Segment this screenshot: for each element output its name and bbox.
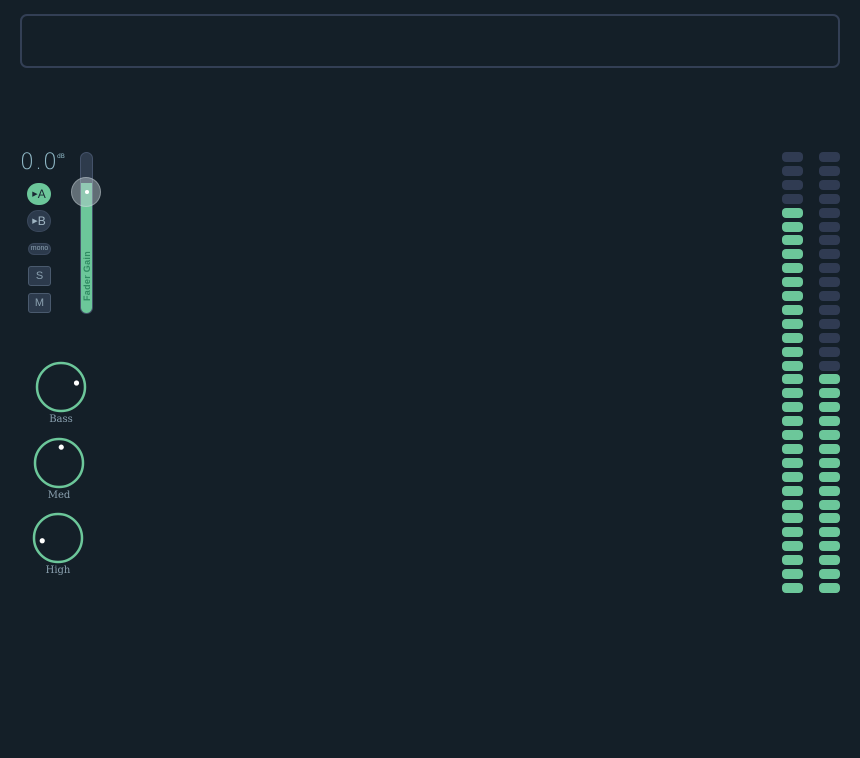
med-knob[interactable]: Med — [29, 436, 89, 512]
fader-gain-label: Fader Gain — [82, 250, 92, 302]
meter-segment-lit — [819, 527, 840, 537]
meter-segment-lit — [819, 486, 840, 496]
meter-segment-lit — [782, 319, 803, 329]
meter-segment-off — [819, 166, 840, 176]
meter-segment-lit — [782, 347, 803, 357]
meter-segment-lit — [782, 361, 803, 371]
gain-readout: 0.0 — [20, 150, 58, 175]
knob-indicator-dot — [73, 380, 80, 386]
bus-a-button[interactable]: ▶ A — [27, 183, 51, 205]
meter-segment-lit — [819, 458, 840, 468]
meter-segment-lit — [782, 513, 803, 523]
knob-ring — [35, 361, 87, 413]
meter-segment-lit — [782, 472, 803, 482]
meter-segment-lit — [782, 541, 803, 551]
meter-segment-off — [819, 347, 840, 357]
meter-segment-lit — [782, 583, 803, 593]
meter-segment-lit — [819, 416, 840, 426]
meter-segment-lit — [782, 291, 803, 301]
meter-segment-off — [782, 152, 803, 162]
bus-b-button[interactable]: ▶ B — [27, 210, 51, 232]
meter-segment-lit — [819, 500, 840, 510]
meter-segment-lit — [782, 500, 803, 510]
meter-segment-lit — [782, 235, 803, 245]
high-knob-label: High — [45, 565, 71, 576]
meter-segment-off — [819, 263, 840, 273]
meter-segment-lit — [819, 430, 840, 440]
meter-segment-off — [819, 180, 840, 190]
meter-segment-lit — [782, 333, 803, 343]
solo-button[interactable]: S — [28, 266, 51, 286]
meter-segment-lit — [819, 569, 840, 579]
meter-segment-lit — [782, 388, 803, 398]
knob-indicator-dot — [58, 444, 64, 450]
meter-segment-lit — [782, 555, 803, 565]
meter-segment-lit — [782, 416, 803, 426]
meter-segment-lit — [819, 513, 840, 523]
bass-knob-label: Bass — [49, 414, 73, 425]
meter-segment-lit — [819, 402, 840, 412]
meter-segment-lit — [782, 263, 803, 273]
knob-ring — [32, 512, 84, 564]
meter-segment-lit — [782, 430, 803, 440]
knob-indicator-dot — [39, 538, 45, 544]
meter-segment-off — [782, 166, 803, 176]
meter-segment-off — [819, 305, 840, 315]
meter-segment-off — [782, 194, 803, 204]
high-knob[interactable]: High — [28, 511, 88, 587]
mixer-channel: 0.0 dB ▶ A ▶ B mono S M Fader Gain Bass Me… — [0, 0, 860, 758]
meter-segment-lit — [782, 486, 803, 496]
meter-segment-lit — [782, 374, 803, 384]
meter-segment-off — [782, 180, 803, 190]
med-knob-dial — [33, 437, 85, 489]
mono-button[interactable]: mono — [28, 243, 51, 255]
bass-knob-dial — [35, 361, 87, 413]
bus-a-label: A — [37, 187, 46, 201]
meter-segment-lit — [782, 444, 803, 454]
high-knob-dial — [32, 512, 84, 564]
meter-segment-off — [819, 319, 840, 329]
gain-unit-label: dB — [57, 153, 65, 160]
bass-knob[interactable]: Bass — [31, 360, 91, 436]
meter-segment-off — [819, 249, 840, 259]
meter-segment-lit — [819, 541, 840, 551]
meter-segment-lit — [819, 555, 840, 565]
fader-handle[interactable] — [71, 177, 101, 207]
meter-segment-lit — [782, 277, 803, 287]
meter-segment-off — [819, 222, 840, 232]
meter-segment-lit — [819, 472, 840, 482]
bus-b-label: B — [37, 214, 46, 228]
meter-segment-off — [819, 208, 840, 218]
meter-segment-lit — [782, 458, 803, 468]
med-knob-label: Med — [47, 490, 71, 501]
meter-segment-off — [819, 152, 840, 162]
meter-segment-off — [819, 291, 840, 301]
meter-segment-lit — [819, 444, 840, 454]
meter-segment-lit — [819, 388, 840, 398]
mute-button[interactable]: M — [28, 293, 51, 313]
meter-segment-lit — [782, 402, 803, 412]
meter-segment-lit — [782, 569, 803, 579]
meter-segment-off — [819, 333, 840, 343]
meter-segment-lit — [782, 249, 803, 259]
meter-segment-lit — [819, 374, 840, 384]
meter-segment-lit — [782, 222, 803, 232]
meter-segment-off — [819, 194, 840, 204]
meter-segment-lit — [819, 583, 840, 593]
meter-segment-lit — [782, 208, 803, 218]
channel-name-field[interactable] — [20, 14, 840, 68]
meter-segment-off — [819, 361, 840, 371]
fader-handle-dot — [85, 190, 89, 194]
meter-segment-off — [819, 235, 840, 245]
meter-segment-lit — [782, 305, 803, 315]
meter-segment-lit — [782, 527, 803, 537]
meter-segment-off — [819, 277, 840, 287]
